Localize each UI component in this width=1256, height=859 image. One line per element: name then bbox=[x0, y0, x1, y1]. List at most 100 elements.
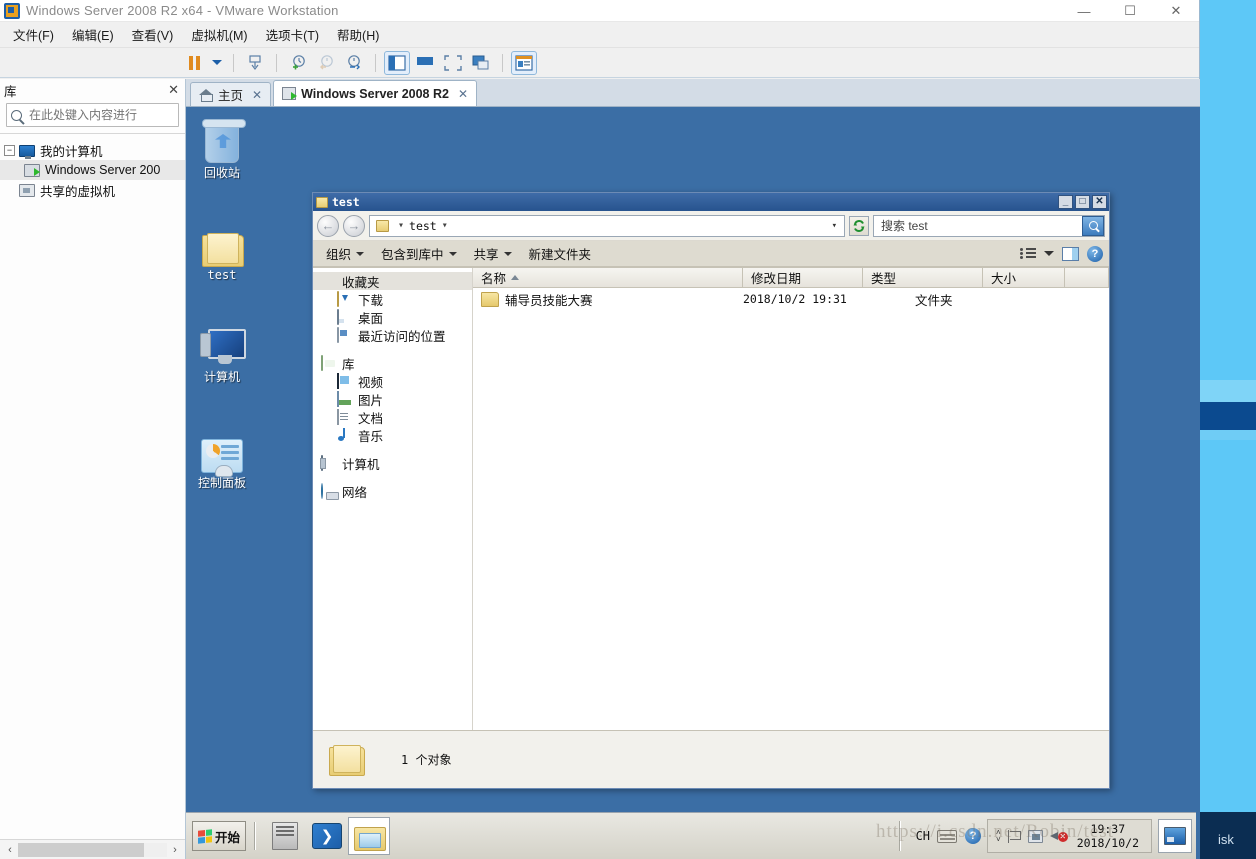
menu-vm[interactable]: 虚拟机(M) bbox=[182, 22, 256, 47]
console-view-button[interactable] bbox=[511, 50, 537, 75]
library-search[interactable] bbox=[6, 103, 196, 127]
network-icon[interactable] bbox=[1027, 829, 1043, 843]
column-header-spare[interactable] bbox=[1065, 268, 1109, 287]
back-button[interactable]: ← bbox=[317, 214, 339, 237]
nav-item-desktop[interactable]: 桌面 bbox=[313, 308, 472, 326]
expander-icon[interactable]: − bbox=[4, 144, 15, 156]
desktop-icon-control-panel[interactable]: 控制面板 bbox=[186, 425, 258, 490]
nav-item-videos[interactable]: 视频 bbox=[313, 372, 472, 390]
tab-windows-server-2008-r2[interactable]: Windows Server 2008 R2 ✕ bbox=[273, 80, 478, 106]
breadcrumb-path[interactable]: test bbox=[409, 219, 437, 233]
tab-home[interactable]: 主页 ✕ bbox=[190, 82, 272, 106]
scroll-thumb[interactable] bbox=[18, 842, 144, 857]
nav-item-network[interactable]: 网络 bbox=[313, 482, 472, 500]
chevron-down-icon[interactable] bbox=[1044, 251, 1054, 256]
desktop-icon-test-folder[interactable]: test bbox=[186, 217, 258, 282]
column-header-type[interactable]: 类型 bbox=[863, 268, 983, 287]
close-button[interactable]: ✕ bbox=[1092, 195, 1107, 209]
scroll-left-icon[interactable]: ‹ bbox=[2, 844, 18, 856]
chevron-up-icon[interactable]: ˄ ˅ bbox=[996, 829, 1001, 844]
menu-tabs[interactable]: 选项卡(T) bbox=[257, 22, 328, 47]
toolbar-divider-1 bbox=[233, 53, 234, 72]
library-horizontal-scrollbar[interactable]: ‹ › bbox=[0, 839, 185, 859]
column-header-date[interactable]: 修改日期 bbox=[743, 268, 863, 287]
table-row[interactable]: 辅导员技能大赛 2018/10/2 19:31 文件夹 bbox=[473, 288, 1109, 310]
new-folder-button[interactable]: 新建文件夹 bbox=[522, 241, 599, 266]
close-icon[interactable]: ✕ bbox=[458, 87, 468, 101]
close-icon[interactable]: ✕ bbox=[252, 88, 262, 102]
guest-screen[interactable]: 回收站 test 计算机 控制面板 test _ □ ✕ ← → ▾ test … bbox=[186, 107, 1200, 859]
pause-button[interactable] bbox=[181, 51, 207, 75]
search-placeholder: 搜索 test bbox=[881, 219, 928, 233]
menu-help[interactable]: 帮助(H) bbox=[328, 22, 388, 47]
menu-file[interactable]: 文件(F) bbox=[4, 22, 63, 47]
menu-view[interactable]: 查看(V) bbox=[123, 22, 183, 47]
desktop-icon-recycle-bin[interactable]: 回收站 bbox=[186, 115, 258, 180]
nav-item-downloads[interactable]: 下载 bbox=[313, 290, 472, 308]
help-icon[interactable]: ? bbox=[1087, 245, 1103, 262]
nav-item-favorites[interactable]: 收藏夹 bbox=[313, 272, 472, 290]
ime-language-indicator[interactable]: CH bbox=[909, 829, 937, 843]
maximize-button[interactable]: □ bbox=[1075, 195, 1090, 209]
nav-item-music[interactable]: 音乐 bbox=[313, 426, 472, 444]
take-snapshot-button[interactable] bbox=[285, 51, 311, 75]
nav-item-label: 最近访问的位置 bbox=[358, 329, 446, 344]
nav-item-pictures[interactable]: 图片 bbox=[313, 390, 472, 408]
close-button[interactable]: ✕ bbox=[1153, 0, 1199, 22]
unity-button[interactable] bbox=[468, 51, 494, 75]
minimize-button[interactable]: — bbox=[1061, 0, 1107, 22]
column-header-name[interactable]: 名称 bbox=[473, 268, 743, 287]
explorer-titlebar[interactable]: test _ □ ✕ bbox=[313, 193, 1109, 211]
show-library-button[interactable] bbox=[384, 50, 410, 75]
chevron-down-icon[interactable]: ▾ bbox=[832, 221, 842, 231]
show-thumbnails-button[interactable] bbox=[412, 51, 438, 75]
volume-mute-icon[interactable]: ✕ bbox=[1049, 829, 1068, 843]
maximize-button[interactable]: ☐ bbox=[1107, 0, 1153, 22]
flag-icon[interactable] bbox=[1007, 829, 1021, 843]
vmware-titlebar[interactable]: Windows Server 2008 R2 x64 - VMware Work… bbox=[0, 0, 1199, 22]
menu-edit[interactable]: 编辑(E) bbox=[63, 22, 123, 47]
tree-item-windows-server[interactable]: Windows Server 200 bbox=[0, 160, 185, 180]
taskbar-clock[interactable]: 19:37 2018/10/2 bbox=[1073, 822, 1143, 850]
search-input[interactable] bbox=[27, 107, 186, 123]
powershell-button[interactable]: ❯ bbox=[306, 817, 348, 855]
server-manager-button[interactable] bbox=[264, 817, 306, 855]
show-desktop-button[interactable] bbox=[1158, 819, 1192, 853]
nav-item-documents[interactable]: 文档 bbox=[313, 408, 472, 426]
organize-button[interactable]: 组织 bbox=[319, 241, 371, 266]
share-with-button[interactable]: 共享 bbox=[467, 241, 519, 266]
send-ctrl-alt-del-button[interactable] bbox=[242, 51, 268, 75]
revert-snapshot-button[interactable] bbox=[313, 51, 339, 75]
start-button[interactable]: 开始 bbox=[192, 821, 246, 851]
explorer-button[interactable] bbox=[348, 817, 390, 855]
nav-item-computer[interactable]: 计算机 bbox=[313, 454, 472, 472]
fullscreen-button[interactable] bbox=[440, 51, 466, 75]
include-in-library-button[interactable]: 包含到库中 bbox=[374, 241, 464, 266]
tree-item-shared-vms[interactable]: 共享的虚拟机 bbox=[0, 180, 185, 200]
column-header-size[interactable]: 大小 bbox=[983, 268, 1065, 287]
keyboard-icon[interactable] bbox=[937, 829, 958, 843]
host-wallpaper-band-3 bbox=[1200, 402, 1256, 430]
snapshot-manager-button[interactable] bbox=[341, 51, 367, 75]
tree-item-my-computer[interactable]: − 我的计算机 bbox=[0, 140, 185, 160]
desktop-icon-computer[interactable]: 计算机 bbox=[186, 319, 258, 384]
close-icon[interactable]: ✕ bbox=[168, 82, 179, 98]
vmware-window: Windows Server 2008 R2 x64 - VMware Work… bbox=[0, 0, 1200, 859]
recycle-bin-icon bbox=[186, 115, 258, 163]
scroll-right-icon[interactable]: › bbox=[167, 844, 183, 856]
host-taskbar[interactable]: isk bbox=[1200, 812, 1256, 859]
refresh-button[interactable] bbox=[849, 215, 869, 236]
help-icon[interactable]: ? bbox=[965, 828, 982, 844]
preview-pane-icon[interactable] bbox=[1062, 246, 1079, 261]
forward-button[interactable]: → bbox=[343, 214, 365, 237]
search-button[interactable] bbox=[1082, 215, 1104, 236]
view-list-icon[interactable] bbox=[1020, 247, 1036, 260]
nav-item-recent-places[interactable]: 最近访问的位置 bbox=[313, 326, 472, 344]
address-input[interactable]: ▾ test ▾ ▾ bbox=[369, 214, 845, 237]
minimize-button[interactable]: _ bbox=[1058, 195, 1073, 209]
nav-item-libraries[interactable]: 库 bbox=[313, 354, 472, 372]
search-box[interactable]: 搜索 test bbox=[873, 214, 1105, 237]
power-dropdown[interactable] bbox=[209, 51, 225, 75]
server-manager-icon bbox=[272, 822, 298, 850]
scroll-track[interactable] bbox=[18, 842, 167, 857]
